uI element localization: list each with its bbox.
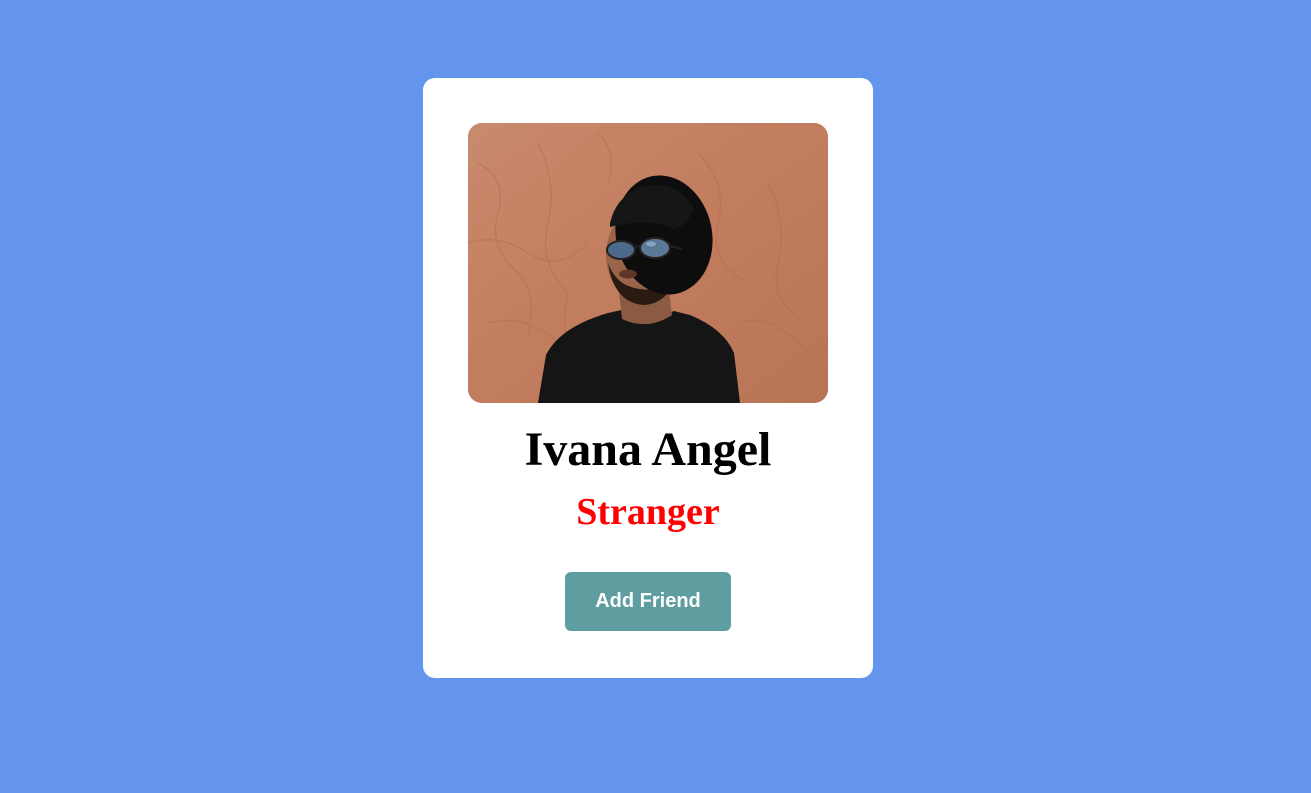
profile-name: Ivana Angel (524, 423, 772, 476)
friendship-status: Stranger (576, 491, 720, 533)
profile-photo (468, 123, 828, 403)
add-friend-button[interactable]: Add Friend (565, 572, 731, 631)
profile-card: Ivana Angel Stranger Add Friend (423, 78, 873, 678)
